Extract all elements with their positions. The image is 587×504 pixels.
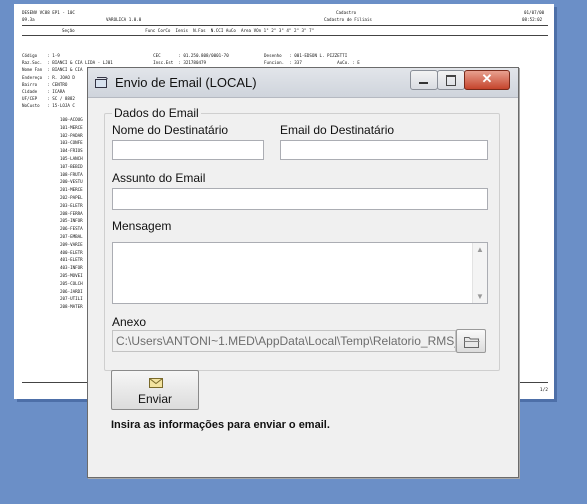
- scroll-up-icon[interactable]: ▲: [476, 245, 484, 254]
- report-column-header: Seção Func CorCo Ienis N.Fas N.CCI AuCo …: [62, 28, 315, 33]
- report-line: UF/CEP : SC / 8882: [22, 96, 75, 102]
- recipient-email-label: Email do Destinatário: [280, 123, 395, 137]
- report-line: Nome Fan : BIANCI & CIA: [22, 67, 83, 73]
- folder-icon: [464, 337, 480, 348]
- report-divider: [22, 25, 548, 26]
- report-line: Bairro : CENTRO: [22, 81, 68, 87]
- subject-input[interactable]: [112, 188, 488, 210]
- close-button[interactable]: ✕: [464, 70, 510, 90]
- close-icon: ✕: [481, 71, 493, 86]
- minimize-button[interactable]: [410, 70, 438, 90]
- report-code: 105-LANCH: [60, 156, 83, 161]
- app-icon: [95, 77, 108, 88]
- minimize-icon: [419, 82, 428, 84]
- report-divider: [22, 35, 548, 36]
- email-dialog: Envio de Email (LOCAL) ✕ Dados do Email …: [87, 67, 519, 478]
- report-code: 403-INFOR: [60, 265, 83, 271]
- report-code: 201-MERCE: [60, 187, 83, 193]
- recipient-name-input[interactable]: [112, 140, 264, 160]
- subject-label: Assunto do Email: [112, 171, 206, 185]
- message-textarea[interactable]: ▲ ▼: [112, 242, 488, 304]
- attachment-label: Anexo: [112, 315, 147, 329]
- report-header-mid: VAROLICA 1.0.0: [106, 17, 142, 22]
- message-scrollbar[interactable]: ▲ ▼: [472, 243, 487, 303]
- report-code: 400-ELETR: [60, 249, 83, 255]
- report-code: 200-VESTU: [60, 179, 83, 185]
- report-code: 203-ELETR: [60, 202, 83, 208]
- report-code: 206-FESTA: [60, 226, 83, 232]
- report-code: 207-EMBAL: [60, 234, 83, 239]
- recipient-email-input[interactable]: [280, 140, 488, 160]
- report-code: 207-UTILI: [60, 296, 83, 302]
- report-page-number: 1/2: [539, 388, 548, 393]
- report-code: 209-VARIE: [60, 241, 83, 247]
- report-code: 202-PAPEL: [60, 195, 83, 200]
- report-line: Endereço : R. JOAO D: [22, 74, 75, 80]
- report-time: 08:52:02: [522, 17, 543, 22]
- report-code: 108-FRUTA: [60, 171, 83, 177]
- report-code: 103-CONFE: [60, 140, 83, 146]
- report-subtitle: Cadastro de Filiais: [324, 17, 372, 22]
- status-message: Insira as informações para enviar o emai…: [111, 419, 330, 431]
- report-code: 100-ACOUG: [60, 117, 83, 122]
- report-header-left: DESENV VC88 EP1 - 10C: [22, 10, 75, 15]
- report-date: 01/07/00: [524, 10, 545, 15]
- report-header-left-2: 09.3a: [22, 17, 35, 22]
- report-code: 401-ELETR: [60, 257, 83, 263]
- report-code: 205-MOVEI: [60, 273, 83, 278]
- envelope-icon: [149, 378, 163, 388]
- report-code: 205-COLCH: [60, 280, 83, 286]
- maximize-button[interactable]: [437, 70, 465, 90]
- report-line: Cidade : ICARA: [22, 89, 65, 94]
- maximize-icon: [446, 75, 456, 86]
- group-legend: Dados do Email: [112, 106, 201, 120]
- report-code: 104-FRIOS: [60, 148, 83, 154]
- report-line: NoCusto : 15-LOJA C: [22, 103, 75, 109]
- send-button-label: Enviar: [137, 392, 172, 406]
- report-code: 101-MERCE: [60, 124, 83, 130]
- report-line: Código : 1-9 CEC : 01.250.808/0001-70 De…: [22, 53, 348, 58]
- report-code: 107-BEBID: [60, 163, 83, 169]
- send-button[interactable]: Enviar: [111, 370, 199, 410]
- window-title: Envio de Email (LOCAL): [115, 75, 257, 90]
- report-line: Raz.Soc. : BIANCI & CIA LIDA - LJ01 Insc…: [22, 60, 360, 66]
- title-bar[interactable]: Envio de Email (LOCAL) ✕: [88, 68, 518, 98]
- scroll-down-icon[interactable]: ▼: [476, 292, 484, 301]
- attachment-path-field: C:\Users\ANTONI~1.MED\AppData\Local\Temp…: [112, 330, 456, 352]
- report-title: Cadastro: [336, 10, 357, 15]
- message-label: Mensagem: [112, 219, 172, 233]
- report-code: 206-JARDI: [60, 288, 83, 294]
- recipient-name-label: Nome do Destinatário: [112, 123, 229, 137]
- report-code: 102-PADAR: [60, 132, 83, 138]
- report-code: 208-FERRA: [60, 210, 83, 216]
- browse-attachment-button[interactable]: [456, 329, 486, 353]
- report-code: 208-MATER: [60, 304, 83, 310]
- report-code: 205-INFOR: [60, 218, 83, 224]
